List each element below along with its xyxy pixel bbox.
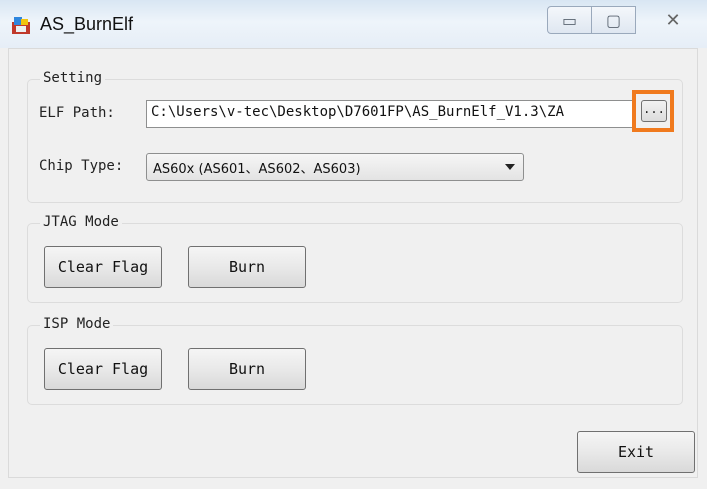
setting-group-title: Setting [40, 70, 106, 86]
app-icon [12, 17, 30, 34]
caption-buttons: ▭ ▢ ✕ [547, 6, 699, 36]
browse-button[interactable]: ... [641, 100, 667, 122]
chip-type-value: AS60x (AS601、AS602、AS603) [153, 162, 361, 177]
jtag-clear-flag-button[interactable]: Clear Flag [44, 246, 162, 288]
chevron-down-icon [505, 164, 515, 170]
elf-path-field[interactable]: C:\Users\v-tec\Desktop\D7601FP\AS_BurnEl… [146, 100, 636, 128]
elf-path-label: ELF Path: [39, 105, 115, 121]
exit-button[interactable]: Exit [577, 431, 695, 473]
window-title: AS_BurnElf [40, 14, 134, 34]
isp-clear-flag-button[interactable]: Clear Flag [44, 348, 162, 390]
chip-type-select[interactable]: AS60x (AS601、AS602、AS603) [146, 153, 524, 181]
jtag-mode-group: JTAG Mode Clear Flag Burn [27, 214, 683, 303]
application-window: AS_BurnElf ▭ ▢ ✕ Setting ELF Path: C:\Us… [0, 0, 707, 489]
minimize-button[interactable]: ▭ [547, 6, 592, 34]
maximize-button[interactable]: ▢ [591, 6, 636, 34]
jtag-burn-button[interactable]: Burn [188, 246, 306, 288]
title-bar[interactable]: AS_BurnElf ▭ ▢ ✕ [0, 0, 707, 48]
isp-burn-button[interactable]: Burn [188, 348, 306, 390]
maximize-icon: ▢ [605, 10, 622, 30]
minimize-icon: ▭ [561, 10, 578, 30]
isp-mode-group: ISP Mode Clear Flag Burn [27, 316, 683, 405]
browse-button-highlight: ... [632, 90, 674, 132]
isp-mode-group-title: ISP Mode [40, 316, 114, 332]
jtag-mode-group-title: JTAG Mode [40, 214, 122, 230]
dialog-client-area: Setting ELF Path: C:\Users\v-tec\Desktop… [8, 48, 698, 478]
close-icon: ✕ [665, 9, 681, 31]
setting-group: Setting ELF Path: C:\Users\v-tec\Desktop… [27, 70, 683, 203]
close-button[interactable]: ✕ [647, 6, 699, 34]
chip-type-label: Chip Type: [39, 158, 124, 174]
